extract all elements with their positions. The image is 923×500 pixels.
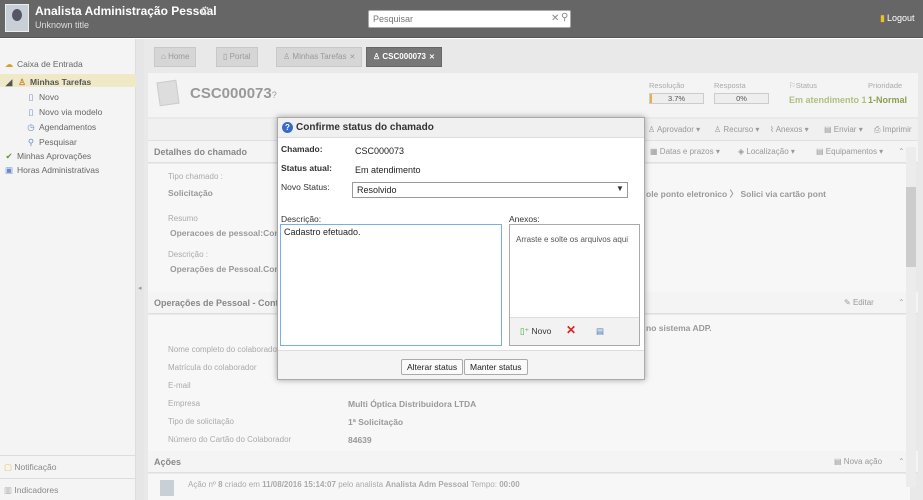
alterar-status-button[interactable]: Alterar status	[401, 359, 464, 375]
attachments-dropzone[interactable]: Arraste e solte os arquivos aqui ▯⁺ Novo…	[509, 224, 640, 346]
new-attachment-button[interactable]: ▯⁺ Novo	[520, 326, 551, 337]
dialog-header: ? Confirme status do chamado	[278, 118, 644, 138]
novo-status-label: Novo Status:	[281, 182, 330, 192]
confirm-status-dialog: ? Confirme status do chamado Chamado: CS…	[277, 117, 645, 380]
manter-status-button[interactable]: Manter status	[464, 359, 528, 375]
new-attachment-label: Novo	[531, 326, 552, 336]
descricao-label: Descrição:	[281, 214, 322, 224]
attachments-toolbar: ▯⁺ Novo ✕ ▤	[510, 317, 639, 345]
novo-status-select[interactable]: Resolvido ▼	[352, 182, 628, 198]
delete-icon[interactable]: ✕	[566, 323, 576, 337]
status-atual-label: Status atual:	[281, 163, 333, 173]
dropzone-hint: Arraste e solte os arquivos aqui	[516, 235, 629, 244]
novo-status-value: Resolvido	[357, 185, 397, 195]
download-icon[interactable]: ▤	[596, 326, 604, 337]
chamado-label: Chamado:	[281, 144, 323, 154]
chevron-down-icon[interactable]: ▼	[615, 184, 625, 196]
chamado-value: CSC000073	[355, 146, 405, 156]
anexos-label: Anexos:	[509, 214, 540, 224]
help-icon: ?	[282, 122, 293, 133]
status-atual-value: Em atendimento	[355, 165, 421, 175]
dialog-footer: Alterar status Manter status	[278, 350, 644, 379]
descricao-textarea[interactable]: Cadastro efetuado.	[280, 224, 502, 346]
add-file-icon: ▯⁺	[520, 326, 530, 336]
dialog-title: Confirme status do chamado	[296, 122, 434, 133]
